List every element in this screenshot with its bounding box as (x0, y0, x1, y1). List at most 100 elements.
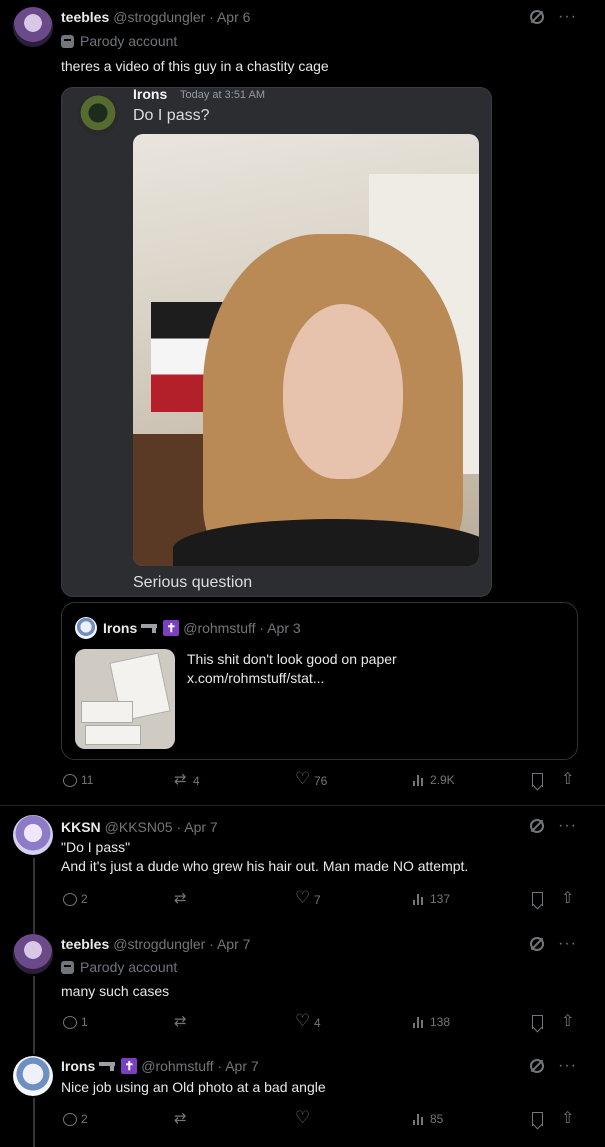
cross-icon: ✝ (121, 1058, 138, 1074)
parody-badge: Parody account (61, 33, 177, 49)
bookmark-icon (532, 773, 543, 787)
repost-button[interactable] (174, 889, 189, 907)
reply-button[interactable]: 11 (63, 773, 93, 787)
views-button[interactable]: 138 (413, 1015, 450, 1029)
avatar[interactable] (13, 7, 53, 47)
post-menu: ··· (530, 9, 577, 25)
repost-button[interactable] (174, 1012, 189, 1030)
quote-handle-date: @rohmstuff · Apr 3 (183, 620, 301, 636)
parody-mask-icon (61, 960, 74, 974)
author-handle-date[interactable]: @rohmstuff · Apr 7 (141, 1058, 258, 1074)
embedded-discord-screenshot[interactable]: Irons Today at 3:51 AM Do I pass? Seriou… (61, 86, 492, 597)
avatar[interactable] (13, 815, 53, 855)
reply-button[interactable]: 1 (63, 1015, 88, 1029)
reply-count: 2 (81, 892, 88, 906)
action-bar: 1 4 138 (61, 1011, 581, 1035)
avatar[interactable] (13, 1056, 53, 1096)
reply-teebles[interactable]: teebles @strogdungler · Apr 7 ··· Parody… (0, 934, 605, 1042)
post-text: theres a video of this guy in a chastity… (61, 58, 329, 74)
post-header: KKSN @KKSN05 · Apr 7 (61, 817, 218, 837)
reply-count: 1 (81, 1015, 88, 1029)
author-handle-date[interactable]: @strogdungler · Apr 6 (113, 9, 250, 25)
author-name[interactable]: KKSN (61, 819, 101, 835)
bookmark-button[interactable] (532, 773, 543, 787)
quote-avatar (75, 617, 97, 639)
avatar[interactable] (13, 934, 53, 974)
author-name[interactable]: teebles (61, 9, 109, 25)
gun-emoji-icon (99, 1061, 117, 1071)
gun-emoji-icon (141, 623, 159, 633)
share-icon (561, 1011, 576, 1030)
more-icon[interactable]: ··· (558, 9, 577, 25)
discord-username: Irons (133, 86, 168, 102)
more-icon[interactable]: ··· (558, 818, 577, 834)
reply-button[interactable]: 2 (63, 892, 88, 906)
bookmark-button[interactable] (532, 1112, 543, 1126)
views-button[interactable]: 85 (413, 1112, 443, 1126)
author-name[interactable]: Irons (61, 1058, 95, 1074)
repost-icon (174, 770, 189, 788)
bookmark-button[interactable] (532, 892, 543, 906)
like-button[interactable]: 7 (295, 888, 321, 908)
grok-icon[interactable] (530, 10, 545, 24)
selfie-photo (133, 134, 479, 566)
post-menu: ··· (530, 818, 577, 834)
like-button[interactable]: 76 (295, 769, 327, 789)
repost-icon (174, 1012, 189, 1030)
bookmark-icon (532, 892, 543, 906)
author-handle-date[interactable]: @KKSN05 · Apr 7 (105, 819, 218, 835)
post-text: "Do I pass" And it's just a dude who gre… (61, 839, 469, 874)
reply-icon (63, 892, 77, 906)
quoted-post[interactable]: Irons ✝ @rohmstuff · Apr 3 This shit don… (61, 602, 578, 760)
like-button[interactable]: 4 (295, 1011, 321, 1031)
views-icon (413, 774, 426, 787)
share-icon (561, 769, 576, 788)
views-count: 138 (430, 1015, 451, 1029)
reply-irons[interactable]: Irons ✝ @rohmstuff · Apr 7 ··· Nice job … (0, 1056, 605, 1147)
quote-author-name: Irons (103, 620, 138, 636)
like-count: 4 (314, 1015, 321, 1030)
post-teebles-main[interactable]: teebles @strogdungler · Apr 6 ··· Parody… (0, 0, 605, 805)
reply-kksn[interactable]: KKSN @KKSN05 · Apr 7 ··· "Do I pass" And… (0, 815, 605, 925)
action-bar: 2 85 (61, 1108, 581, 1132)
repost-button[interactable]: 4 (174, 770, 200, 788)
heart-icon (295, 888, 310, 908)
views-count: 2.9K (430, 773, 455, 787)
parody-badge: Parody account (61, 959, 177, 975)
reply-count: 11 (81, 773, 94, 787)
like-button[interactable] (295, 1108, 310, 1128)
photo-face (283, 304, 403, 479)
views-button[interactable]: 2.9K (413, 773, 455, 787)
more-icon[interactable]: ··· (558, 1058, 577, 1074)
grok-icon[interactable] (530, 819, 545, 833)
share-button[interactable] (561, 1011, 576, 1030)
more-icon[interactable]: ··· (558, 936, 577, 952)
author-name[interactable]: teebles (61, 936, 109, 952)
bookmark-icon (532, 1015, 543, 1029)
share-icon (561, 888, 576, 907)
quote-header: Irons ✝ @rohmstuff · Apr 3 (103, 620, 301, 636)
grok-icon[interactable] (530, 1059, 545, 1073)
author-handle-date[interactable]: @strogdungler · Apr 7 (113, 936, 250, 952)
reply-icon (63, 1112, 77, 1126)
heart-icon (295, 769, 310, 789)
discord-caption: Serious question (133, 574, 253, 591)
repost-icon (174, 1109, 189, 1127)
post-header: Irons ✝ @rohmstuff · Apr 7 (61, 1056, 259, 1076)
share-button[interactable] (561, 769, 576, 788)
divider (0, 805, 605, 806)
views-count: 137 (430, 892, 451, 906)
post-text: many such cases (61, 983, 170, 999)
reply-button[interactable]: 2 (63, 1112, 88, 1126)
quote-thumbnail (75, 649, 175, 749)
share-button[interactable] (561, 888, 576, 907)
views-button[interactable]: 137 (413, 892, 450, 906)
grok-icon[interactable] (530, 937, 545, 951)
cross-icon: ✝ (163, 620, 180, 636)
views-icon (413, 1113, 426, 1126)
share-button[interactable] (561, 1108, 576, 1127)
discord-avatar (77, 94, 119, 136)
repost-button[interactable] (174, 1109, 189, 1127)
post-header: teebles @strogdungler · Apr 6 (61, 7, 250, 27)
bookmark-button[interactable] (532, 1015, 543, 1029)
